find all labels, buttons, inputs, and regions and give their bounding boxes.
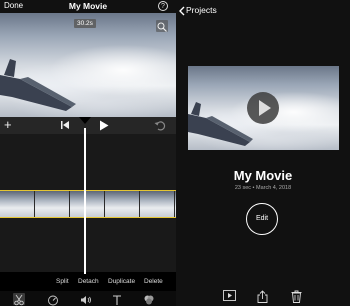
play-icon[interactable] [223,290,236,301]
clip-duration-badge: 30.2s [74,19,96,28]
project-title: My Movie [233,168,293,183]
split-button[interactable]: Split [56,278,69,285]
scissors-icon[interactable] [13,293,25,306]
playhead-line[interactable] [84,128,86,274]
editor-header: Done My Movie ? [0,0,176,13]
text-icon[interactable] [111,293,123,305]
video-viewer[interactable]: 30.2s [0,13,176,117]
volume-icon[interactable] [80,293,92,305]
edit-toolbar [0,291,176,306]
add-media-icon[interactable]: + [4,118,12,132]
editor-panel: Done My Movie ? 30.2s + Split Detach Dup… [0,0,176,306]
project-thumbnail[interactable] [188,66,339,150]
delete-button[interactable]: Delete [144,278,163,285]
editor-title: My Movie [68,1,108,11]
clip-actions: Split Detach Duplicate Delete [0,276,176,290]
preview-play-button[interactable] [247,92,279,124]
airplane-wing-image [0,59,76,111]
undo-icon[interactable] [154,119,166,131]
trash-icon[interactable] [291,290,302,303]
chevron-left-icon[interactable] [179,6,185,16]
speed-icon[interactable] [47,293,59,306]
filters-icon[interactable] [143,293,155,305]
project-panel: Projects My Movie 23 sec • March 4, 2018… [176,0,350,306]
zoom-icon[interactable] [156,20,168,32]
playhead-marker [79,117,91,124]
video-clip[interactable] [0,190,176,218]
skip-to-start-icon[interactable] [61,120,70,130]
play-icon[interactable] [99,120,109,131]
project-toolbar [176,288,350,306]
duplicate-button[interactable]: Duplicate [108,278,135,285]
help-button[interactable]: ? [158,1,168,11]
share-icon[interactable] [257,290,268,303]
project-meta: 23 sec • March 4, 2018 [234,185,292,191]
timeline[interactable] [0,134,176,272]
edit-button[interactable]: Edit [246,203,278,235]
projects-back-button[interactable]: Projects [186,5,217,15]
detach-button[interactable]: Detach [78,278,99,285]
